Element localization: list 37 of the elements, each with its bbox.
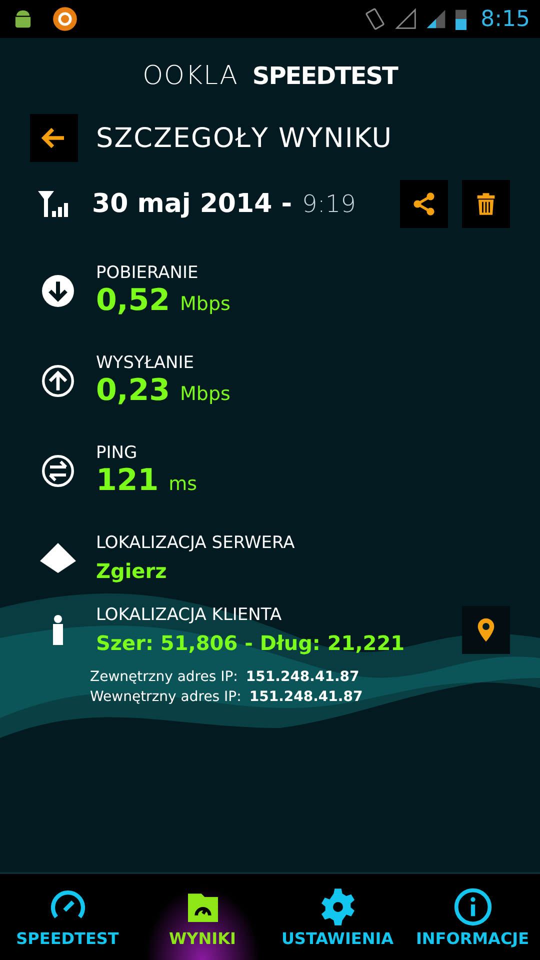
- metric-label: PING: [96, 443, 138, 463]
- metric-unit: Mbps: [180, 293, 230, 315]
- nav-tab[interactable]: INFORMACJE: [405, 874, 540, 960]
- signal-icon: [424, 8, 447, 30]
- result-time: 9:19: [302, 190, 356, 218]
- share-button[interactable]: [400, 180, 448, 228]
- signal-icon: [394, 8, 417, 30]
- ookla-logo: OOKLA: [142, 61, 238, 91]
- person-icon: [52, 615, 64, 645]
- speedtest-logo: SPEEDTEST: [252, 62, 398, 90]
- vibrate-icon: [362, 7, 387, 31]
- metric-unit: ms: [168, 473, 198, 495]
- nav-tab[interactable]: USTAWIENIA: [270, 874, 405, 960]
- server-label: LOKALIZACJA SERWERA: [96, 533, 295, 553]
- metric-value: 121: [96, 463, 159, 498]
- app-icon: [52, 6, 78, 32]
- metric-value: 0,52: [96, 283, 170, 318]
- server-location: Zgierz: [96, 559, 168, 583]
- nav-tab[interactable]: SPEEDTEST: [0, 874, 135, 960]
- metric-unit: Mbps: [180, 383, 230, 405]
- metric-label: POBIERANIE: [96, 263, 200, 283]
- result-date: 30 maj 2014 -: [92, 189, 292, 219]
- ip-label: Wewnętrzny adres IP:: [90, 689, 242, 705]
- delete-button[interactable]: [462, 180, 510, 228]
- back-button[interactable]: [30, 114, 78, 162]
- page-title: SZCZEGOŁY WYNIKU: [96, 122, 393, 154]
- status-time: 8:15: [480, 6, 530, 32]
- ip-address: 151.248.41.87: [249, 689, 363, 705]
- metric-label: WYSYŁANIE: [96, 353, 196, 373]
- client-coordinates: Szer: 51,806 - Dług: 21,221: [96, 631, 405, 655]
- client-label: LOKALIZACJA KLIENTA: [96, 605, 283, 625]
- ip-address: 151.248.41.87: [246, 669, 360, 685]
- map-pin-button[interactable]: [462, 606, 510, 654]
- battery-icon: [454, 8, 467, 30]
- ip-label: Zewnętrzny adres IP:: [90, 669, 238, 685]
- metric-value: 0,23: [96, 373, 170, 408]
- share-icon: [411, 191, 437, 217]
